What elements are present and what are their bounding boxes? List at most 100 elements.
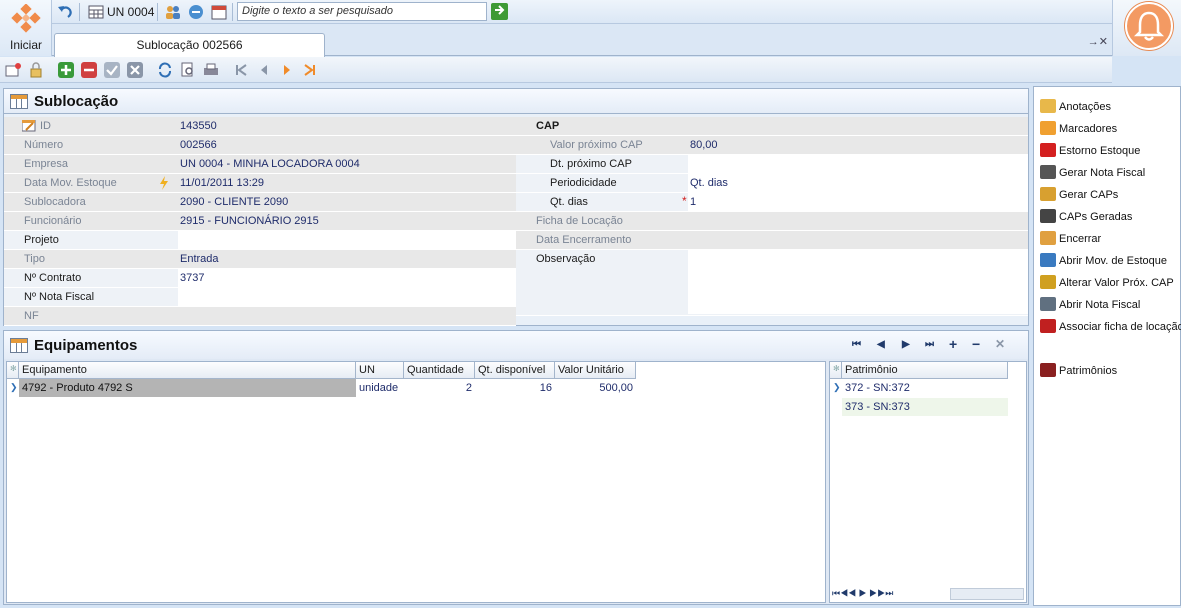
horizontal-scrollbar[interactable] (950, 588, 1024, 600)
row-indicator-icon: ❯ (833, 382, 841, 392)
remove-row-icon[interactable]: − (972, 336, 980, 352)
dt-proximo-cap-input[interactable] (688, 155, 1028, 173)
cell-patrimonio[interactable]: 373 - SN:373 (842, 398, 1008, 416)
toolbar-separator (79, 3, 80, 21)
add-icon[interactable] (58, 62, 74, 78)
equipamentos-title: Equipamentos (34, 337, 138, 354)
field-label: Projeto (24, 234, 59, 246)
refresh-icon[interactable] (187, 3, 205, 21)
column-header-quantidade[interactable]: Quantidade (404, 362, 475, 379)
start-label: Iniciar (9, 38, 42, 52)
link-arrow-icon (1040, 319, 1056, 333)
action-label: Alterar Valor Próx. CAP (1059, 277, 1174, 289)
field-numero: Número 002566 (4, 136, 516, 155)
cell-valor-unitario[interactable]: 500,00 (555, 379, 636, 397)
column-header-patrimonio[interactable]: Patrimônio (842, 362, 1008, 379)
contrato-input[interactable]: 3737 (178, 269, 516, 287)
field-projeto: Projeto (4, 231, 516, 250)
column-header-un[interactable]: UN (356, 362, 404, 379)
cell-patrimonio[interactable]: 372 - SN:372 (842, 379, 1008, 397)
tag-icon (1040, 121, 1056, 135)
field-data-mov-estoque: Data Mov. Estoque 11/01/2011 13:29 (4, 174, 516, 193)
search-go-button[interactable] (491, 3, 508, 20)
cell-quantidade[interactable]: 2 (404, 379, 475, 397)
field-id: ID 143550 (4, 117, 516, 136)
users-icon[interactable] (164, 3, 182, 21)
observacao-textarea[interactable] (688, 250, 1028, 314)
cell-qt-disponivel[interactable]: 16 (475, 379, 555, 397)
field-cap-heading: CAP (516, 117, 1028, 136)
next-icon[interactable]: ▶ (902, 339, 910, 350)
new-window-icon[interactable] (5, 62, 21, 78)
tab-sublocacao[interactable]: Sublocação 002566 (54, 33, 325, 57)
delete-row-icon[interactable]: ✕ (995, 337, 1005, 351)
print-icon[interactable] (203, 62, 219, 78)
equipamentos-grid: ✻ Equipamento UN Quantidade Qt. disponív… (6, 361, 826, 603)
search-input[interactable]: Digite o texto a ser pesquisado (237, 2, 487, 21)
cell-un[interactable]: unidade (356, 379, 404, 397)
assets-icon (1040, 363, 1056, 377)
form-title: Sublocação (34, 93, 119, 110)
notifications-panel[interactable] (1112, 0, 1181, 56)
field-value: UN 0004 - MINHA LOCADORA 0004 (178, 155, 516, 173)
start-button[interactable]: Iniciar (0, 0, 52, 56)
previous-record-icon[interactable] (256, 62, 272, 78)
field-nota-fiscal: Nº Nota Fiscal (4, 288, 516, 307)
notes-icon (1040, 99, 1056, 113)
preview-icon[interactable] (180, 62, 196, 78)
field-empresa: Empresa UN 0004 - MINHA LOCADORA 0004 (4, 155, 516, 174)
field-ficha-locacao: Ficha de Locação (516, 212, 1028, 231)
sublocacao-form: Sublocação ID 143550 Número 002566 Empre… (3, 88, 1029, 326)
field-label: Data Mov. Estoque (24, 177, 117, 189)
projeto-input[interactable] (178, 231, 516, 249)
calendar-icon[interactable] (210, 3, 228, 21)
field-nf: NF (4, 307, 516, 326)
next-record-icon[interactable] (279, 62, 295, 78)
table-row[interactable]: ❯ 4792 - Produto 4792 S unidade 2 16 500… (7, 379, 636, 398)
add-row-icon[interactable]: + (949, 336, 957, 352)
grid-navigator[interactable]: ⏮◀◀ ▶ ▶▶⏭ (832, 588, 893, 599)
cell-equipamento[interactable]: 4792 - Produto 4792 S (19, 379, 356, 397)
unit-label[interactable]: UN 0004 (107, 5, 154, 19)
column-header-qt-disponivel[interactable]: Qt. disponível (475, 362, 555, 379)
bell-icon[interactable] (1125, 2, 1173, 50)
lock-icon[interactable] (28, 62, 44, 78)
field-value (688, 231, 1028, 249)
field-label: Sublocadora (24, 196, 86, 208)
field-label: Dt. próximo CAP (550, 158, 632, 170)
close-tab-icon[interactable]: →✕ (1088, 35, 1108, 48)
field-numero-contrato: Nº Contrato 3737 (4, 269, 516, 288)
qt-dias-input[interactable]: 1 (688, 193, 1028, 211)
list-item[interactable]: ❯ 372 - SN:372 (830, 379, 1008, 398)
last-icon[interactable]: ⏭ (925, 339, 934, 350)
action-label: Anotações (1059, 101, 1111, 113)
action-toolbar (0, 57, 1112, 83)
field-label: Nº Nota Fiscal (24, 291, 95, 303)
first-icon[interactable]: ⏮ (852, 339, 861, 350)
table-icon (10, 338, 28, 353)
column-header-valor-unitario[interactable]: Valor Unitário (555, 362, 636, 379)
field-observacao: Observação (516, 250, 1028, 316)
action-label: Gerar Nota Fiscal (1059, 167, 1146, 179)
nota-fiscal-input[interactable] (178, 288, 516, 306)
remove-icon[interactable] (81, 62, 97, 78)
list-item[interactable]: 373 - SN:373 (830, 398, 1008, 417)
field-dt-proximo-cap: Dt. próximo CAP (516, 155, 1028, 174)
field-value: 2915 - FUNCIONÁRIO 2915 (178, 212, 516, 230)
previous-icon[interactable]: ◀ (877, 339, 885, 350)
sync-icon[interactable] (157, 62, 173, 78)
action-label: Associar ficha de locação (1059, 321, 1181, 333)
cancel-icon[interactable] (127, 62, 143, 78)
field-qt-dias: Qt. dias * 1 (516, 193, 1028, 212)
periodicidade-select[interactable]: Qt. dias (688, 174, 1028, 192)
undo-icon[interactable] (56, 3, 74, 21)
first-record-icon[interactable] (233, 62, 249, 78)
lightning-icon[interactable] (158, 176, 170, 190)
last-record-icon[interactable] (302, 62, 318, 78)
field-label: ID (40, 120, 51, 132)
calculator-icon[interactable] (87, 3, 105, 21)
confirm-icon[interactable] (104, 62, 120, 78)
cap-heading: CAP (536, 120, 560, 132)
column-header-equipamento[interactable]: Equipamento (19, 362, 356, 379)
field-label: Funcionário (24, 215, 82, 227)
